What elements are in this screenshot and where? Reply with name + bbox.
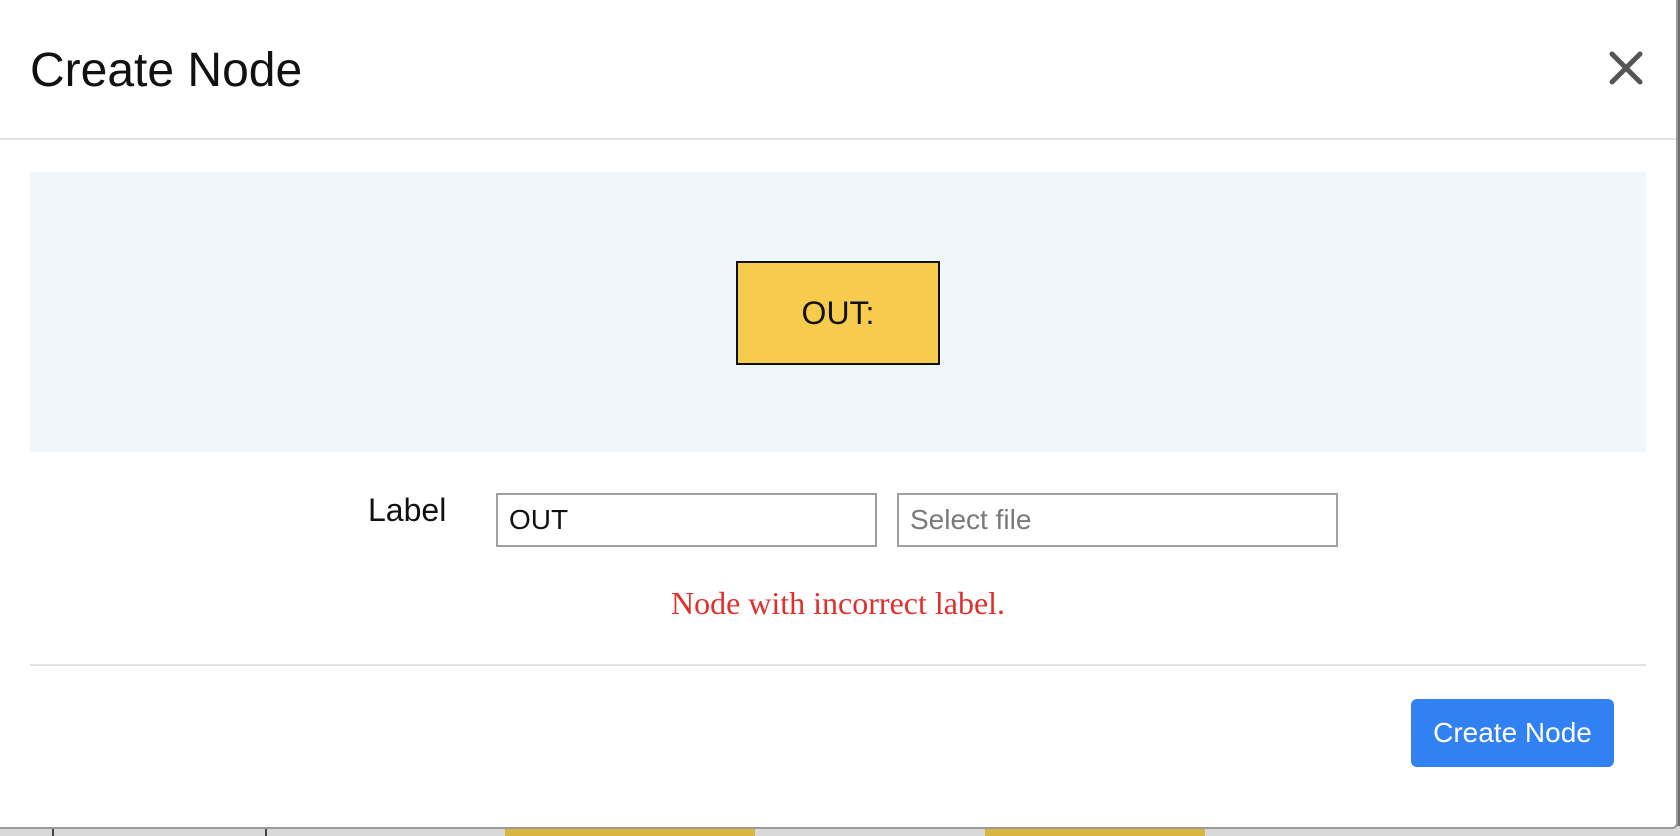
file-select-input[interactable]	[897, 493, 1338, 547]
label-field-label: Label	[368, 492, 447, 528]
close-icon[interactable]	[1604, 46, 1648, 90]
error-message: Node with incorrect label.	[670, 585, 1006, 621]
create-node-button[interactable]: Create Node	[1411, 699, 1614, 767]
node-preview: OUT:	[736, 261, 940, 365]
close-button[interactable]	[1604, 46, 1648, 90]
modal-header: Create Node	[0, 0, 1676, 140]
footer-divider	[30, 664, 1646, 666]
create-node-modal: Create Node OUT: Label Node with incorre…	[0, 0, 1678, 829]
label-input[interactable]	[496, 493, 877, 547]
node-preview-label: OUT:	[801, 294, 875, 331]
node-preview-area: OUT:	[30, 172, 1646, 452]
modal-title: Create Node	[30, 44, 303, 97]
